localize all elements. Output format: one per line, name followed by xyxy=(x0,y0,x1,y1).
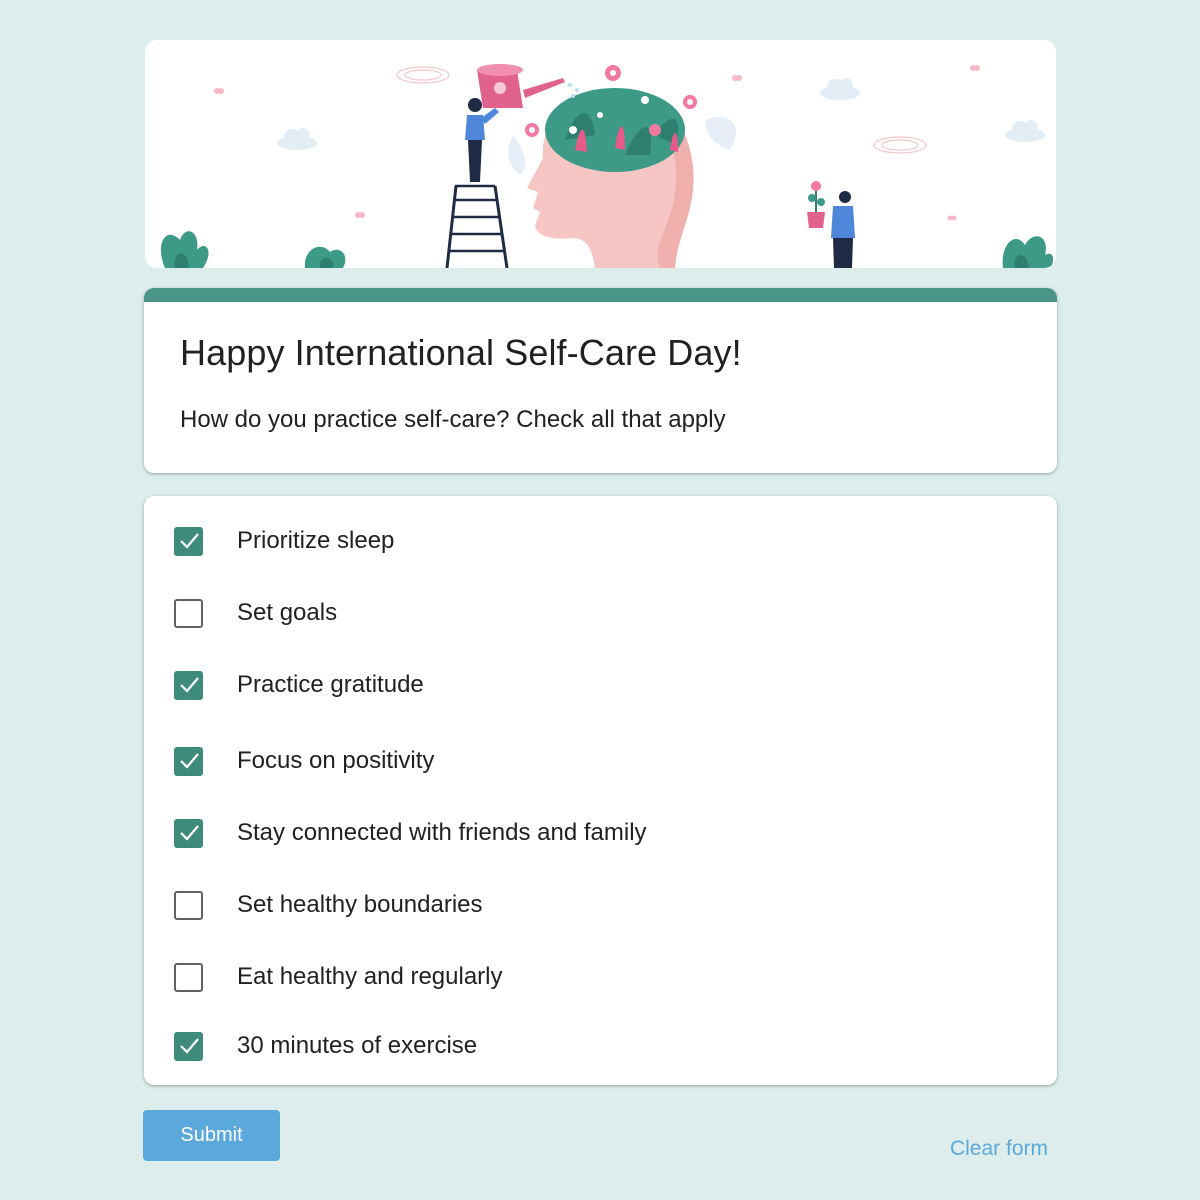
checkbox[interactable] xyxy=(174,746,203,776)
form-header-card: Happy International Self-Care Day! How d… xyxy=(144,288,1057,473)
option-label: Stay connected with friends and family xyxy=(237,819,647,846)
checkbox[interactable] xyxy=(174,818,203,848)
option-label: Eat healthy and regularly xyxy=(237,963,503,990)
submit-button[interactable]: Submit xyxy=(143,1110,280,1161)
option-exercise[interactable]: 30 minutes of exercise xyxy=(174,1028,874,1064)
header-accent-bar xyxy=(144,288,1057,302)
checkmark-icon xyxy=(179,533,199,549)
option-label: Practice gratitude xyxy=(237,671,424,698)
checkmark-icon xyxy=(179,825,199,841)
option-stay-connected[interactable]: Stay connected with friends and family xyxy=(174,815,874,851)
option-label: Set healthy boundaries xyxy=(237,891,483,918)
option-label: Prioritize sleep xyxy=(237,527,395,554)
checkmark-icon xyxy=(179,677,199,693)
form-description: How do you practice self-care? Check all… xyxy=(180,406,726,433)
option-focus-on-positivity[interactable]: Focus on positivity xyxy=(174,743,874,779)
option-set-healthy-boundaries[interactable]: Set healthy boundaries xyxy=(174,887,874,923)
checkbox-question-card: Prioritize sleep Set goals Practice grat… xyxy=(144,496,1057,1085)
checkbox[interactable] xyxy=(174,670,203,700)
option-label: Focus on positivity xyxy=(237,747,435,774)
option-practice-gratitude[interactable]: Practice gratitude xyxy=(174,667,874,703)
option-prioritize-sleep[interactable]: Prioritize sleep xyxy=(174,523,874,559)
checkbox[interactable] xyxy=(174,598,203,628)
form-title: Happy International Self-Care Day! xyxy=(180,332,742,373)
option-label: Set goals xyxy=(237,599,338,626)
option-set-goals[interactable]: Set goals xyxy=(174,595,874,631)
option-label: 30 minutes of exercise xyxy=(237,1032,478,1059)
checkmark-icon xyxy=(179,753,199,769)
checkbox[interactable] xyxy=(174,890,203,920)
checkmark-icon xyxy=(179,1038,199,1054)
header-banner xyxy=(145,40,1056,268)
clear-form-link[interactable]: Clear form xyxy=(950,1137,1048,1161)
option-eat-healthy[interactable]: Eat healthy and regularly xyxy=(174,959,874,995)
self-care-illustration xyxy=(160,64,1054,268)
checkbox[interactable] xyxy=(174,526,203,556)
checkbox[interactable] xyxy=(174,1031,203,1061)
checkbox[interactable] xyxy=(174,962,203,992)
